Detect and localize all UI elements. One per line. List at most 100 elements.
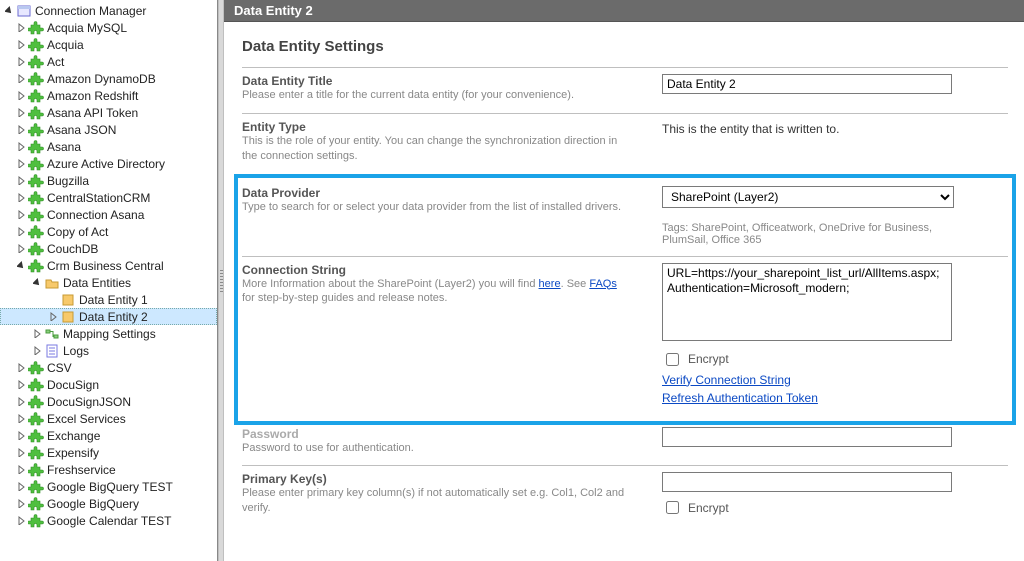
tree-item[interactable]: Bugzilla bbox=[0, 172, 217, 189]
tree-item-data-entity-1[interactable]: Data Entity 1 bbox=[0, 291, 217, 308]
tree-item-mapping-settings[interactable]: Mapping Settings bbox=[0, 325, 217, 342]
tree-item[interactable]: Asana JSON bbox=[0, 121, 217, 138]
setting-connection-string: Connection String More Information about… bbox=[242, 256, 1008, 415]
tree-item[interactable]: Google BigQuery bbox=[0, 495, 217, 512]
setting-data-entity-title: Data Entity Title Please enter a title f… bbox=[242, 67, 1008, 113]
tree-item-label: Asana bbox=[47, 140, 217, 154]
expand-icon[interactable] bbox=[16, 57, 26, 67]
expand-icon[interactable] bbox=[16, 363, 26, 373]
tree-item[interactable]: Copy of Act bbox=[0, 223, 217, 240]
puzzle-icon bbox=[28, 462, 44, 478]
tree-item-label: Google BigQuery bbox=[47, 497, 217, 511]
tree-item[interactable]: Azure Active Directory bbox=[0, 155, 217, 172]
tree-item[interactable]: Google Calendar TEST bbox=[0, 512, 217, 529]
expand-icon[interactable] bbox=[16, 499, 26, 509]
verify-connection-link[interactable]: Verify Connection String bbox=[662, 373, 791, 387]
collapse-icon[interactable] bbox=[4, 6, 14, 16]
collapse-icon[interactable] bbox=[32, 278, 42, 288]
puzzle-icon bbox=[28, 224, 44, 240]
expand-icon[interactable] bbox=[16, 516, 26, 526]
tree-item-label: Crm Business Central bbox=[47, 259, 217, 273]
expand-icon[interactable] bbox=[16, 125, 26, 135]
tree-item[interactable]: Asana API Token bbox=[0, 104, 217, 121]
tree-item-crm-business-central[interactable]: Crm Business Central bbox=[0, 257, 217, 274]
tree-item[interactable]: Act bbox=[0, 53, 217, 70]
expand-icon[interactable] bbox=[16, 193, 26, 203]
puzzle-icon bbox=[28, 71, 44, 87]
expand-icon[interactable] bbox=[16, 176, 26, 186]
data-provider-select[interactable]: SharePoint (Layer2) bbox=[662, 186, 954, 208]
encrypt-primary-key-checkbox[interactable] bbox=[666, 501, 679, 514]
encrypt-checkbox[interactable] bbox=[666, 353, 679, 366]
tree-item[interactable]: Excel Services bbox=[0, 410, 217, 427]
expand-icon[interactable] bbox=[16, 227, 26, 237]
tree-root[interactable]: Connection Manager bbox=[0, 2, 217, 19]
puzzle-icon bbox=[28, 258, 44, 274]
tree-item-data-entities[interactable]: Data Entities bbox=[0, 274, 217, 291]
expand-icon[interactable] bbox=[16, 159, 26, 169]
expand-icon[interactable] bbox=[16, 142, 26, 152]
tree-item-data-entity-2[interactable]: Data Entity 2 bbox=[0, 308, 217, 325]
tree-item[interactable]: Google BigQuery TEST bbox=[0, 478, 217, 495]
faqs-link[interactable]: FAQs bbox=[589, 278, 617, 290]
tree-item[interactable]: CentralStationCRM bbox=[0, 189, 217, 206]
expand-icon[interactable] bbox=[16, 380, 26, 390]
tree-item[interactable]: Asana bbox=[0, 138, 217, 155]
expand-icon[interactable] bbox=[16, 482, 26, 492]
expand-icon[interactable] bbox=[16, 23, 26, 33]
setting-data-provider: Data Provider Type to search for or sele… bbox=[242, 180, 1008, 256]
password-input[interactable] bbox=[662, 427, 952, 447]
tree-item[interactable]: Amazon DynamoDB bbox=[0, 70, 217, 87]
section-heading: Data Entity Settings bbox=[242, 38, 1008, 55]
tree-item[interactable]: Acquia bbox=[0, 36, 217, 53]
expand-icon[interactable] bbox=[16, 397, 26, 407]
tree-item-label: Logs bbox=[63, 344, 217, 358]
tree-item[interactable]: CSV bbox=[0, 359, 217, 376]
tree-item[interactable]: Freshservice bbox=[0, 461, 217, 478]
expand-icon[interactable] bbox=[32, 346, 42, 356]
expand-icon[interactable] bbox=[16, 244, 26, 254]
tree-item[interactable]: Amazon Redshift bbox=[0, 87, 217, 104]
tree-item[interactable]: CouchDB bbox=[0, 240, 217, 257]
expand-icon[interactable] bbox=[16, 91, 26, 101]
tree-item[interactable]: Acquia MySQL bbox=[0, 19, 217, 36]
tree-item[interactable]: Expensify bbox=[0, 444, 217, 461]
data-entity-title-input[interactable] bbox=[662, 74, 952, 94]
here-link[interactable]: here bbox=[539, 278, 561, 290]
tree-item[interactable]: Connection Asana bbox=[0, 206, 217, 223]
expand-icon[interactable] bbox=[16, 74, 26, 84]
puzzle-icon bbox=[28, 190, 44, 206]
expand-icon[interactable] bbox=[16, 431, 26, 441]
expand-icon[interactable] bbox=[16, 448, 26, 458]
tree-item[interactable]: DocuSignJSON bbox=[0, 393, 217, 410]
expand-icon[interactable] bbox=[32, 329, 42, 339]
puzzle-icon bbox=[28, 513, 44, 529]
expand-icon[interactable] bbox=[16, 40, 26, 50]
encrypt-label: Encrypt bbox=[688, 501, 729, 515]
connection-string-textarea[interactable] bbox=[662, 263, 952, 341]
setting-description: This is the role of your entity. You can… bbox=[242, 134, 632, 164]
expand-icon[interactable] bbox=[16, 414, 26, 424]
tree-item[interactable]: Exchange bbox=[0, 427, 217, 444]
setting-password: Password Password to use for authenticat… bbox=[242, 425, 1008, 466]
tree-item-label: Freshservice bbox=[47, 463, 217, 477]
collapse-icon[interactable] bbox=[16, 261, 26, 271]
connection-tree-panel[interactable]: Connection Manager Acquia MySQLAcquia Act… bbox=[0, 0, 218, 561]
expand-icon[interactable] bbox=[16, 210, 26, 220]
setting-label: Data Provider bbox=[242, 186, 632, 200]
tree-item-label: Copy of Act bbox=[47, 225, 217, 239]
expand-icon[interactable] bbox=[48, 312, 58, 322]
expand-icon[interactable] bbox=[16, 108, 26, 118]
tree-item[interactable]: DocuSign bbox=[0, 376, 217, 393]
tree-root-label: Connection Manager bbox=[35, 4, 217, 18]
primary-key-input[interactable] bbox=[662, 472, 952, 492]
setting-label: Primary Key(s) bbox=[242, 472, 632, 486]
tree-item-label: Data Entity 2 bbox=[79, 310, 217, 324]
connection-tree: Connection Manager Acquia MySQLAcquia Act… bbox=[0, 0, 217, 531]
provider-tags: Tags: SharePoint, Officeatwork, OneDrive… bbox=[662, 222, 952, 246]
setting-description: More Information about the SharePoint (L… bbox=[242, 277, 632, 307]
tree-item-label: Act bbox=[47, 55, 217, 69]
expand-icon[interactable] bbox=[16, 465, 26, 475]
tree-item-logs[interactable]: Logs bbox=[0, 342, 217, 359]
refresh-token-link[interactable]: Refresh Authentication Token bbox=[662, 391, 818, 405]
